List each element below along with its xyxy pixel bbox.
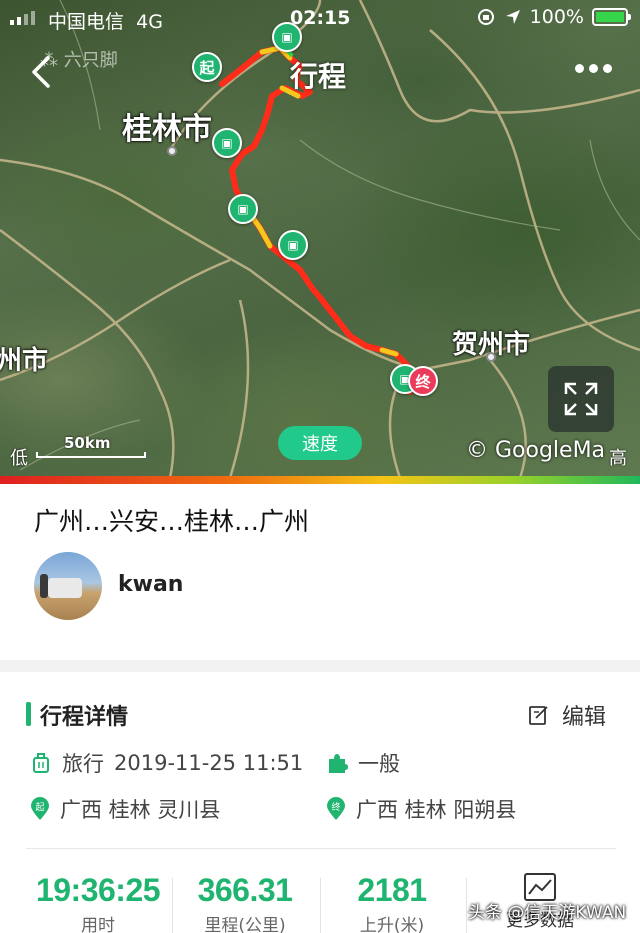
avatar[interactable]: [34, 552, 102, 620]
page-title: 行程: [290, 60, 347, 93]
battery-icon: [592, 8, 631, 26]
section-title: 行程详情: [40, 705, 129, 730]
difficulty: 一般: [358, 752, 400, 776]
status-bar: 中国电信 4G 02:15 100%: [0, 0, 640, 36]
fullscreen-button[interactable]: [548, 366, 614, 432]
signal-icon: [10, 11, 35, 25]
trip-type-row: 旅行 2019-11-25 11:51: [30, 748, 303, 778]
luggage-icon: [33, 753, 49, 773]
trip-details: 行程详情 编辑 旅行 2019-11-25 11:51 一般 起 广西 桂林 灵…: [0, 672, 640, 933]
speed-toggle-button[interactable]: 速度: [278, 426, 362, 460]
app-name: 六只脚: [63, 50, 118, 71]
divider: [26, 848, 616, 849]
difficulty-row: 一般: [326, 748, 400, 778]
stat-ascent: 2181 上升(米): [330, 872, 454, 933]
speed-legend-gradient: [0, 476, 640, 484]
hezhou-dot: [486, 352, 496, 362]
clock: 02:15: [290, 7, 351, 29]
trip-title: 广州…兴安…桂林…广州: [34, 507, 310, 536]
puzzle-icon: [329, 754, 348, 773]
stat-value: 366.31: [197, 872, 293, 908]
stat-value: 2181: [357, 872, 427, 908]
end-location: 广西 桂林 阳朔县: [356, 798, 517, 822]
scale-label: 50km: [64, 434, 111, 452]
more-options-icon[interactable]: [575, 64, 612, 73]
trip-header: 广州…兴安…桂林…广州 kwan: [0, 484, 640, 660]
end-location-row: 终 广西 桂林 阳朔县: [326, 794, 516, 824]
edit-icon: [529, 706, 548, 725]
end-marker[interactable]: 终: [408, 366, 438, 396]
battery-percent: 100%: [529, 6, 584, 28]
photo-marker-icon[interactable]: ▣: [212, 128, 242, 158]
footprint-icon: ⁂: [40, 50, 58, 71]
legend-low-label: 低: [10, 448, 28, 469]
edit-button[interactable]: 编辑: [528, 699, 606, 731]
end-pin-icon: 终: [326, 797, 346, 821]
start-location-row: 起 广西 桂林 灵川县: [30, 794, 220, 824]
route-map[interactable]: 桂林市 贺州市 州市 起 ▣ ▣ ▣ ▣ ▣ 终 中国电信 4G 02:15 1…: [0, 0, 640, 478]
photo-marker-icon[interactable]: ▣: [278, 230, 308, 260]
start-pin-icon: 起: [30, 797, 50, 821]
source-watermark: 头条 @信天游KWAN: [468, 903, 627, 923]
legend-high-label: 高: [609, 448, 627, 469]
stat-value: 19:36:25: [35, 872, 161, 908]
stat-label: 用时: [81, 916, 115, 933]
rotation-lock-icon: [477, 9, 494, 25]
stat-label: 里程(公里): [204, 916, 286, 933]
city-label-guilin: 桂林市: [122, 112, 212, 147]
carrier-name: 中国电信: [48, 11, 125, 33]
username[interactable]: kwan: [118, 572, 183, 597]
start-location: 广西 桂林 灵川县: [60, 798, 221, 822]
start-marker[interactable]: 起: [192, 52, 222, 82]
trip-datetime: 2019-11-25 11:51: [114, 751, 304, 775]
start-pin-label: 起: [35, 802, 44, 813]
section-accent-bar: [26, 702, 31, 726]
expand-icon: [564, 382, 598, 416]
location-arrow-icon: [505, 10, 520, 24]
stat-duration: 19:36:25 用时: [28, 872, 168, 933]
edit-label: 编辑: [562, 705, 607, 730]
app-watermark: ⁂ 六只脚: [40, 46, 118, 72]
photo-marker-icon[interactable]: ▣: [228, 194, 258, 224]
network-type: 4G: [136, 11, 163, 33]
city-label-left: 州市: [0, 346, 49, 376]
map-attribution: © GoogleMa: [466, 438, 606, 463]
trip-type: 旅行: [62, 752, 104, 776]
stat-distance: 366.31 里程(公里): [180, 872, 310, 933]
stat-label: 上升(米): [359, 916, 425, 933]
map-scale: 50km: [36, 434, 146, 458]
end-pin-label: 终: [331, 801, 340, 813]
